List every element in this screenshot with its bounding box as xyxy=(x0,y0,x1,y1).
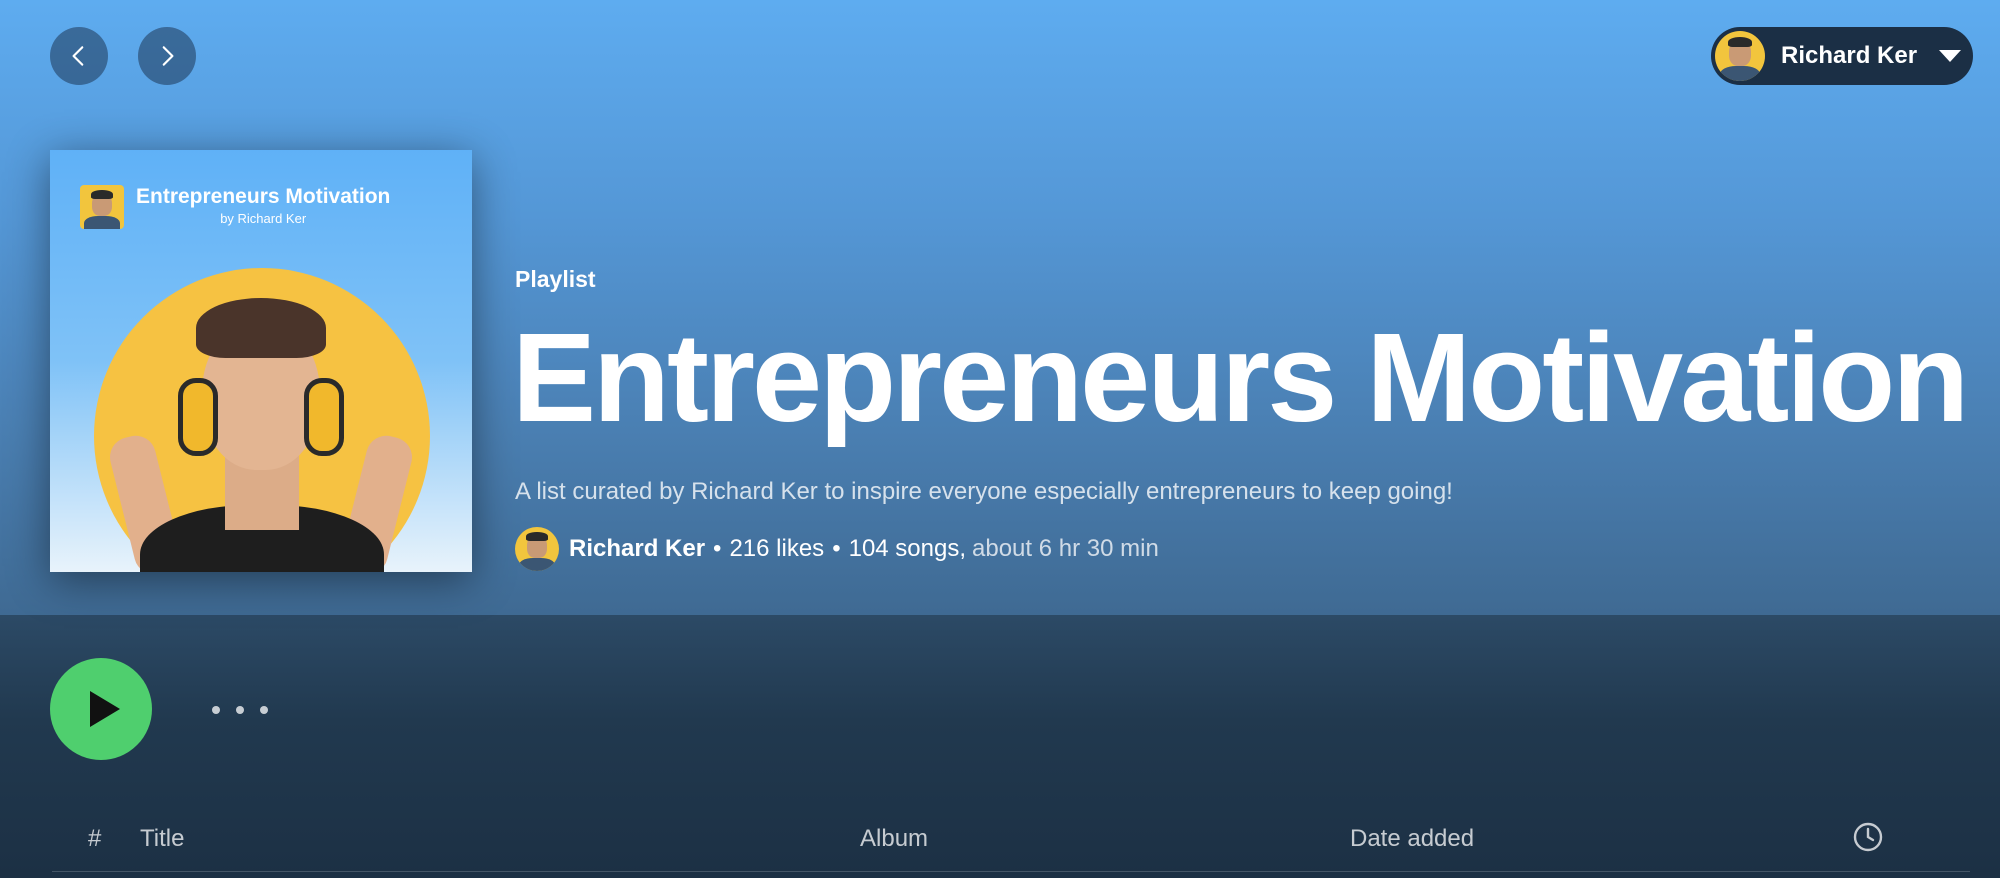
track-table-header: # Title Album Date added xyxy=(52,815,1970,872)
chevron-right-icon xyxy=(162,46,174,66)
cover-avatar xyxy=(80,185,124,229)
chevron-left-icon xyxy=(72,46,84,66)
owner-avatar[interactable] xyxy=(515,527,559,571)
play-icon xyxy=(90,691,120,727)
user-avatar xyxy=(1715,31,1765,81)
play-button[interactable] xyxy=(50,658,152,760)
playlist-type-label: Playlist xyxy=(515,266,596,292)
playlist-title: Entrepreneurs Motivation xyxy=(512,307,1969,448)
clock-icon[interactable] xyxy=(1852,821,1884,853)
user-menu-button[interactable]: Richard Ker xyxy=(1711,27,1973,85)
column-header-date-added[interactable]: Date added xyxy=(1350,825,1474,853)
user-name: Richard Ker xyxy=(1781,42,1918,69)
more-options-button[interactable] xyxy=(212,690,268,730)
total-duration: about 6 hr 30 min xyxy=(972,535,1159,562)
caret-down-icon xyxy=(1939,50,1962,62)
meta-separator: • xyxy=(713,535,722,562)
likes-count: 216 likes xyxy=(729,535,825,562)
headphones-icon xyxy=(178,378,218,456)
forward-button[interactable] xyxy=(138,27,196,85)
playlist-cover[interactable]: Entrepreneurs Motivation by Richard Ker xyxy=(50,150,472,572)
column-header-album[interactable]: Album xyxy=(860,825,928,853)
owner-link[interactable]: Richard Ker xyxy=(569,535,705,563)
column-header-number[interactable]: # xyxy=(88,825,101,853)
column-header-title[interactable]: Title xyxy=(140,825,184,853)
playlist-meta: Richard Ker • 216 likes • 104 songs, abo… xyxy=(515,527,1159,571)
meta-separator: • xyxy=(832,535,841,562)
playlist-page: Richard Ker Entrepreneurs Motivation by … xyxy=(0,0,2000,878)
more-options-icon xyxy=(212,706,220,714)
cover-header: Entrepreneurs Motivation by Richard Ker xyxy=(80,185,390,229)
songs-count: 104 songs, xyxy=(848,535,967,562)
cover-subtitle: by Richard Ker xyxy=(220,211,307,226)
back-button[interactable] xyxy=(50,27,108,85)
cover-title: Entrepreneurs Motivation xyxy=(136,185,391,208)
playlist-description: A list curated by Richard Ker to inspire… xyxy=(515,478,1453,505)
